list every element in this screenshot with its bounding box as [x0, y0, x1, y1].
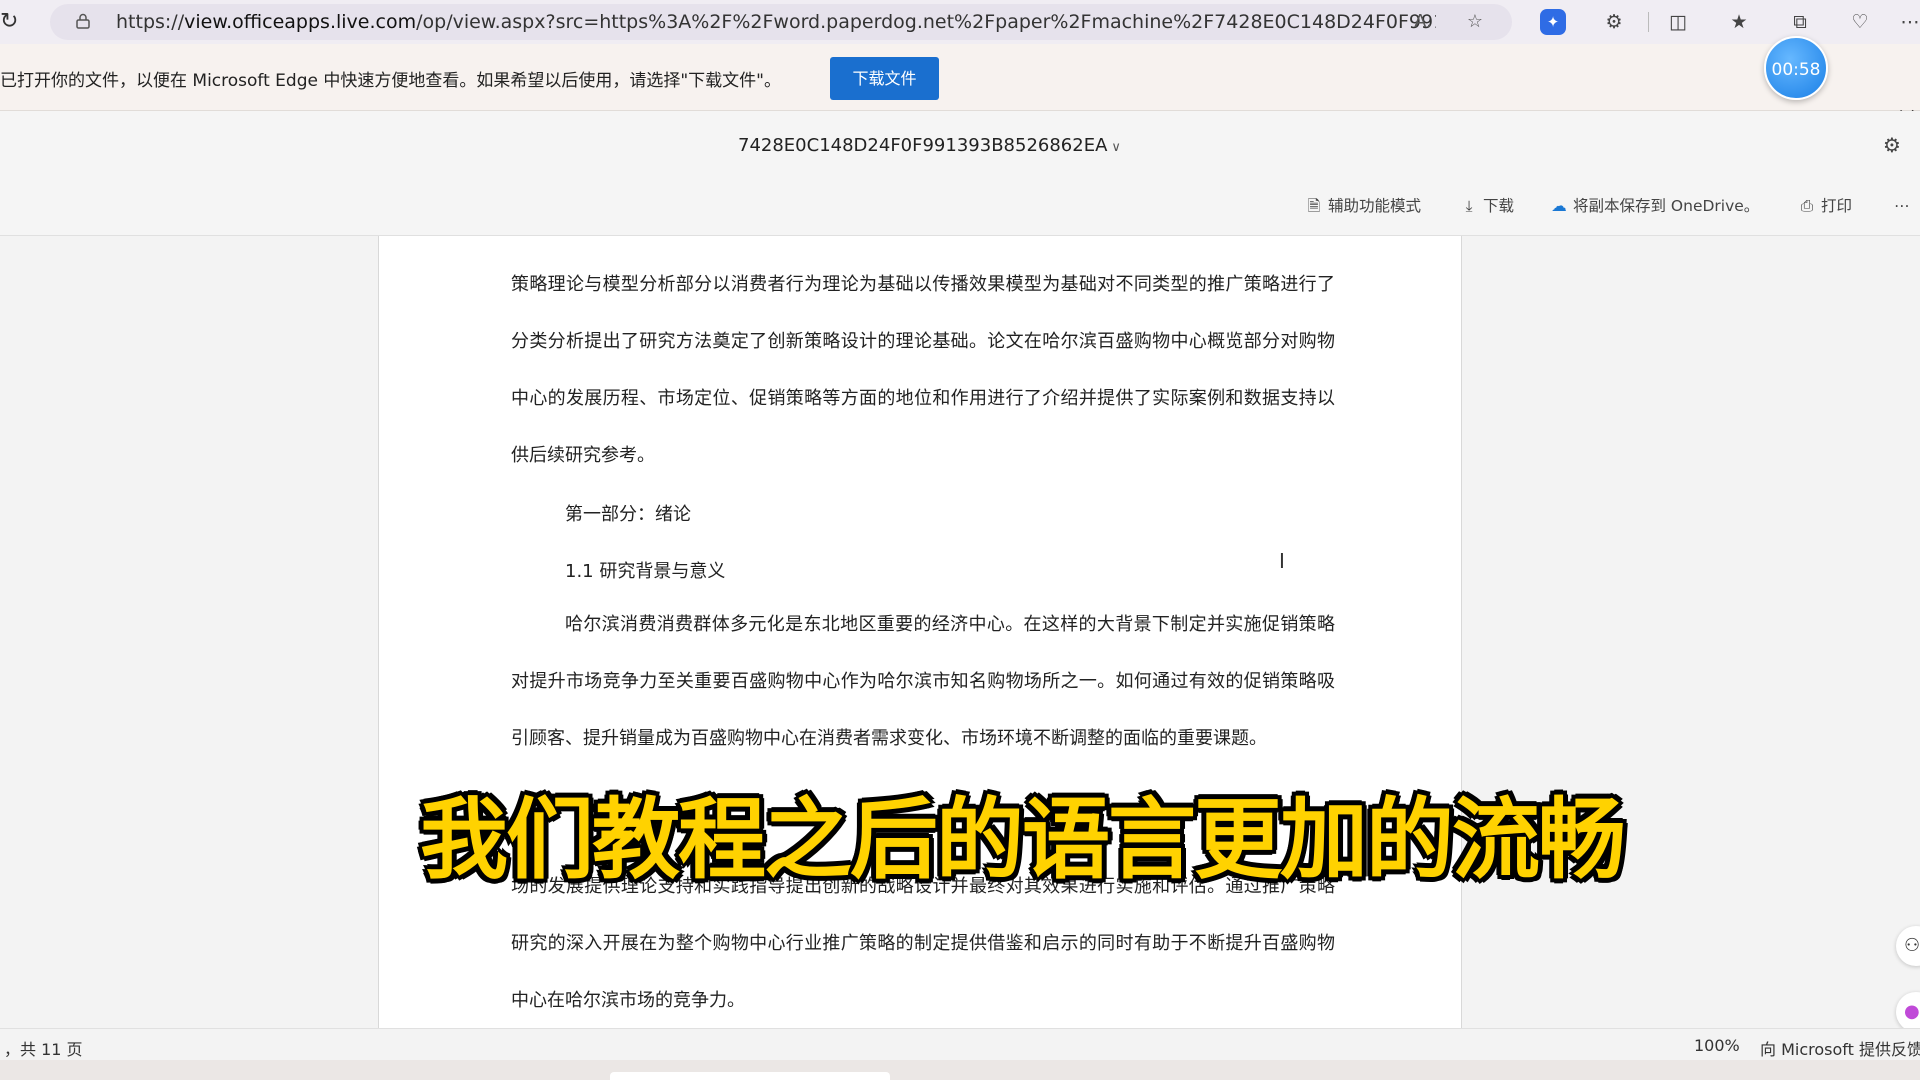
- printer-icon: ⎙: [1800, 197, 1814, 215]
- split-screen-icon[interactable]: ◫: [1666, 11, 1690, 33]
- page-count: ，共 11 页: [4, 1040, 83, 1059]
- more-menu-icon[interactable]: ⋯: [1898, 11, 1920, 33]
- taskbar-tab: [610, 1072, 890, 1080]
- browser-toolbar: ↻ https://view.officeapps.live.com/op/vi…: [0, 0, 1920, 44]
- paragraph: 策略理论与模型分析部分以消费者行为理论为基础以传播效果模型为基础对不同类型的推广…: [511, 274, 1335, 466]
- address-bar[interactable]: https://view.officeapps.live.com/op/view…: [50, 4, 1512, 40]
- print-button[interactable]: ⎙ 打印: [1798, 195, 1852, 217]
- info-message: 已打开你的文件，以便在 Microsoft Edge 中快速方便地查看。如果希望…: [0, 71, 781, 91]
- read-aloud-icon[interactable]: A.: [1412, 12, 1434, 32]
- url-text[interactable]: https://view.officeapps.live.com/op/view…: [116, 4, 1436, 40]
- accessibility-mode-button[interactable]: 🗎 辅助功能模式: [1305, 195, 1421, 217]
- favorites-icon[interactable]: ★: [1727, 11, 1751, 33]
- document-icon: 🗎: [1307, 197, 1321, 215]
- subsection-heading: 1.1 研究背景与意义: [565, 561, 726, 582]
- feedback-link[interactable]: 向 Microsoft 提供反馈: [1760, 1036, 1920, 1060]
- gear-icon[interactable]: ⚙: [1880, 133, 1904, 157]
- refresh-icon[interactable]: ↻: [0, 8, 28, 36]
- zoom-level[interactable]: 100%: [1694, 1036, 1740, 1055]
- document-viewport[interactable]: 策略理论与模型分析部分以消费者行为理论为基础以传播效果模型为基础对不同类型的推广…: [0, 236, 1920, 1028]
- office-header: 7428E0C148D24F0F991393B8526862EA ∨ ⚙ 🗎 辅助功…: [0, 111, 1920, 236]
- favorite-star-icon[interactable]: ☆: [1464, 12, 1486, 32]
- copilot-icon: ●: [1904, 1001, 1920, 1022]
- lock-icon: [76, 13, 90, 29]
- text-cursor-icon: I: [1279, 549, 1285, 573]
- copilot-icon[interactable]: ✦: [1540, 9, 1566, 35]
- download-file-button[interactable]: 下载文件: [830, 57, 939, 100]
- document-title[interactable]: 7428E0C148D24F0F991393B8526862EA ∨: [738, 135, 1121, 156]
- info-bar: 已打开你的文件，以便在 Microsoft Edge 中快速方便地查看。如果希望…: [0, 44, 1920, 133]
- taskbar-strip: [0, 1060, 1920, 1080]
- section-heading: 第一部分：绪论: [565, 504, 691, 525]
- save-to-onedrive-button[interactable]: ☁ 将副本保存到 OneDrive。: [1550, 195, 1759, 217]
- video-caption: 我们教程之后的语言更加的流畅: [420, 788, 1626, 891]
- copilot-side-button[interactable]: ●: [1896, 992, 1920, 1028]
- document-page[interactable]: 策略理论与模型分析部分以消费者行为理论为基础以传播效果模型为基础对不同类型的推广…: [378, 236, 1462, 1028]
- collections-icon[interactable]: ⧉: [1788, 11, 1812, 33]
- extensions-icon[interactable]: ⚙: [1602, 11, 1626, 33]
- cloud-icon: ☁: [1551, 197, 1567, 215]
- status-bar: ，共 11 页 100% 向 Microsoft 提供反馈: [0, 1028, 1920, 1061]
- download-button[interactable]: ⤓ 下载: [1460, 195, 1514, 217]
- browser-essentials-icon[interactable]: ♡: [1848, 11, 1872, 33]
- chevron-down-icon: ∨: [1111, 140, 1121, 155]
- more-options-icon[interactable]: ⋯: [1894, 195, 1910, 217]
- side-tool-button[interactable]: ⚇: [1896, 926, 1920, 966]
- download-icon: ⤓: [1465, 197, 1473, 215]
- translate-icon: ⚇: [1904, 935, 1920, 956]
- toolbar-divider: [1648, 12, 1649, 32]
- recording-timer: 00:58: [1764, 36, 1828, 100]
